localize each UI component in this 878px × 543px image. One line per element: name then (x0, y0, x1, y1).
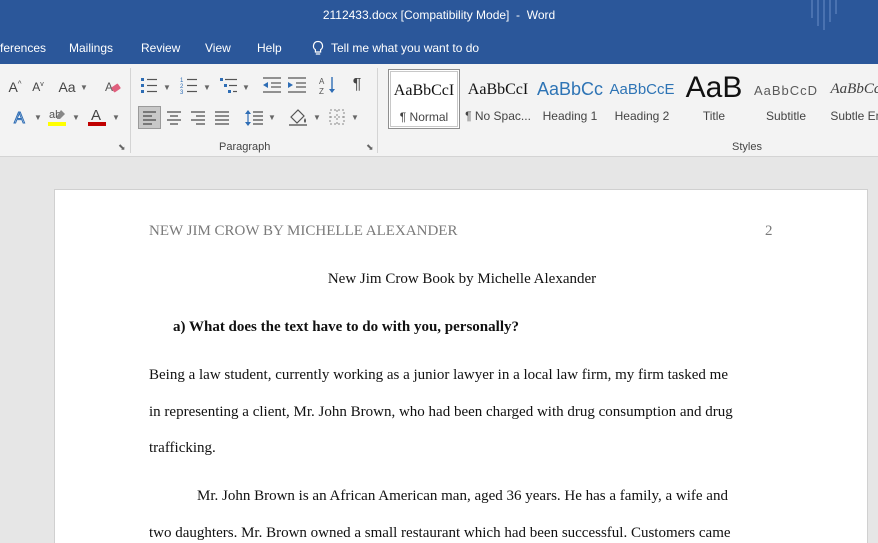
style-name: ¶ Normal (399, 110, 449, 124)
style-sample: AaBbCcI (393, 82, 455, 99)
style-name: Heading 2 (614, 109, 670, 123)
numbering-icon[interactable]: 123 (180, 76, 198, 94)
body-line: Mr. John Brown is an African American ma… (197, 488, 728, 504)
paragraph-dialog-launcher-icon[interactable]: ⬊ (366, 142, 374, 153)
question-heading: a) What does the text have to do with yo… (173, 319, 519, 335)
chevron-down-icon[interactable]: ▼ (34, 113, 42, 122)
document-title: New Jim Crow Book by Michelle Alexander (327, 271, 597, 287)
clear-formatting-button[interactable]: A (102, 77, 124, 97)
group-separator (377, 68, 378, 153)
window-title: 2112433.docx [Compatibility Mode] - Word (322, 8, 556, 22)
text-effects-button[interactable]: A (10, 107, 32, 127)
style-heading-1[interactable]: AaBbCc Heading 1 (534, 69, 606, 129)
tell-me-label: Tell me what you want to do (331, 41, 480, 55)
style-subtitle[interactable]: AaBbCcD Subtitle (750, 69, 822, 129)
running-header: NEW JIM CROW BY MICHELLE ALEXANDER (149, 223, 458, 239)
svg-text:A: A (105, 80, 113, 94)
font-dialog-launcher-icon[interactable]: ⬊ (118, 142, 126, 153)
pilcrow-icon[interactable]: ¶ (348, 75, 366, 95)
style-sample: AaBbCc (536, 79, 604, 99)
grow-font-icon: A^ (8, 79, 22, 95)
style-name: Subtitle (765, 109, 807, 123)
style-sample: AaBbCcI (830, 81, 878, 97)
decorative-pattern-icon (811, 0, 837, 30)
tell-me-search[interactable]: Tell me what you want to do (311, 40, 479, 56)
chevron-down-icon[interactable]: ▼ (112, 113, 120, 122)
svg-text:A: A (14, 110, 25, 126)
title-bar: 2112433.docx [Compatibility Mode] - Word (0, 0, 878, 33)
ribbon: A^ Av Aa ▼ A A ▼ ab ▼ A ▼ ⬊ ▼ 1 2 3 ▼ ▼ … (0, 64, 878, 157)
chevron-down-icon[interactable]: ▼ (268, 113, 276, 122)
chevron-down-icon[interactable]: ▼ (72, 113, 80, 122)
style-sample: AaBbCcI (467, 81, 529, 98)
change-case-button[interactable]: Aa (56, 78, 78, 96)
chevron-down-icon[interactable]: ▼ (242, 83, 250, 92)
body-line: in representing a client, Mr. John Brown… (149, 404, 733, 420)
style-subtle-emphasis[interactable]: AaBbCcI Subtle Em (822, 69, 878, 129)
styles-group-label: Styles (732, 141, 762, 153)
ribbon-tab-bar: ferences Mailings Review View Help Tell … (0, 33, 878, 64)
paragraph-group-label: Paragraph (219, 141, 271, 153)
eraser-icon: A (105, 80, 121, 94)
styles-gallery: AaBbCcI ¶ Normal AaBbCcI ¶ No Spac... Aa… (384, 69, 878, 133)
style-name: Heading 1 (542, 109, 598, 123)
align-left-button[interactable] (138, 106, 161, 129)
increase-indent-icon[interactable] (287, 76, 307, 94)
grow-font-button[interactable]: A^ (4, 78, 26, 96)
chevron-down-icon[interactable]: ▼ (351, 113, 359, 122)
bullets-icon[interactable] (140, 76, 158, 94)
chevron-down-icon[interactable]: ▼ (163, 83, 171, 92)
line-spacing-icon[interactable] (244, 108, 264, 128)
change-case-label: Aa (58, 79, 76, 95)
justify-icon[interactable] (212, 108, 232, 128)
svg-text:A: A (91, 107, 101, 124)
decrease-indent-icon[interactable] (262, 76, 282, 94)
style-normal[interactable]: AaBbCcI ¶ Normal (388, 69, 460, 129)
shrink-font-icon: Av (32, 80, 44, 94)
svg-text:3: 3 (180, 90, 184, 94)
multilevel-list-icon[interactable] (220, 76, 238, 94)
style-title[interactable]: AaB Title (678, 69, 750, 129)
style-sample: AaBbCcD (753, 83, 819, 98)
style-name: Subtle Em (830, 109, 878, 123)
style-name: Title (702, 109, 726, 123)
svg-text:A: A (319, 77, 325, 86)
font-color-button[interactable]: A (86, 106, 108, 128)
align-left-icon (143, 111, 156, 125)
shrink-font-button[interactable]: Av (28, 78, 48, 96)
tab-review[interactable]: Review (141, 41, 180, 55)
align-center-icon[interactable] (164, 108, 184, 128)
svg-text:Z: Z (319, 87, 324, 95)
style-heading-2[interactable]: AaBbCcE Heading 2 (606, 69, 678, 129)
body-line: two daughters. Mr. Brown owned a small r… (149, 525, 731, 541)
align-right-icon[interactable] (188, 108, 208, 128)
style-name: ¶ No Spac... (465, 109, 531, 123)
chevron-down-icon[interactable]: ▼ (80, 83, 88, 92)
document-page[interactable]: NEW JIM CROW BY MICHELLE ALEXANDER 2 New… (54, 189, 868, 543)
style-sample: AaB (685, 71, 743, 104)
lightbulb-icon (312, 40, 324, 55)
page-number: 2 (765, 223, 773, 239)
sort-icon[interactable]: A Z (318, 75, 338, 95)
tab-help[interactable]: Help (257, 41, 282, 55)
tab-references[interactable]: ferences (0, 41, 46, 55)
borders-icon[interactable] (328, 108, 346, 126)
style-no-spacing[interactable]: AaBbCcI ¶ No Spac... (462, 69, 534, 129)
chevron-down-icon[interactable]: ▼ (203, 83, 211, 92)
style-sample: AaBbCcE (609, 81, 675, 98)
group-separator (130, 68, 131, 153)
body-line: trafficking. (149, 440, 216, 456)
text-effects-icon: A (14, 110, 26, 127)
tab-view[interactable]: View (205, 41, 231, 55)
tab-mailings[interactable]: Mailings (69, 41, 113, 55)
chevron-down-icon[interactable]: ▼ (313, 113, 321, 122)
body-line: Being a law student, currently working a… (149, 367, 729, 383)
shading-icon[interactable] (288, 107, 310, 127)
highlight-color-button[interactable]: ab (46, 106, 70, 128)
font-color-icon: A (88, 107, 106, 126)
highlighter-icon: ab (48, 109, 66, 126)
